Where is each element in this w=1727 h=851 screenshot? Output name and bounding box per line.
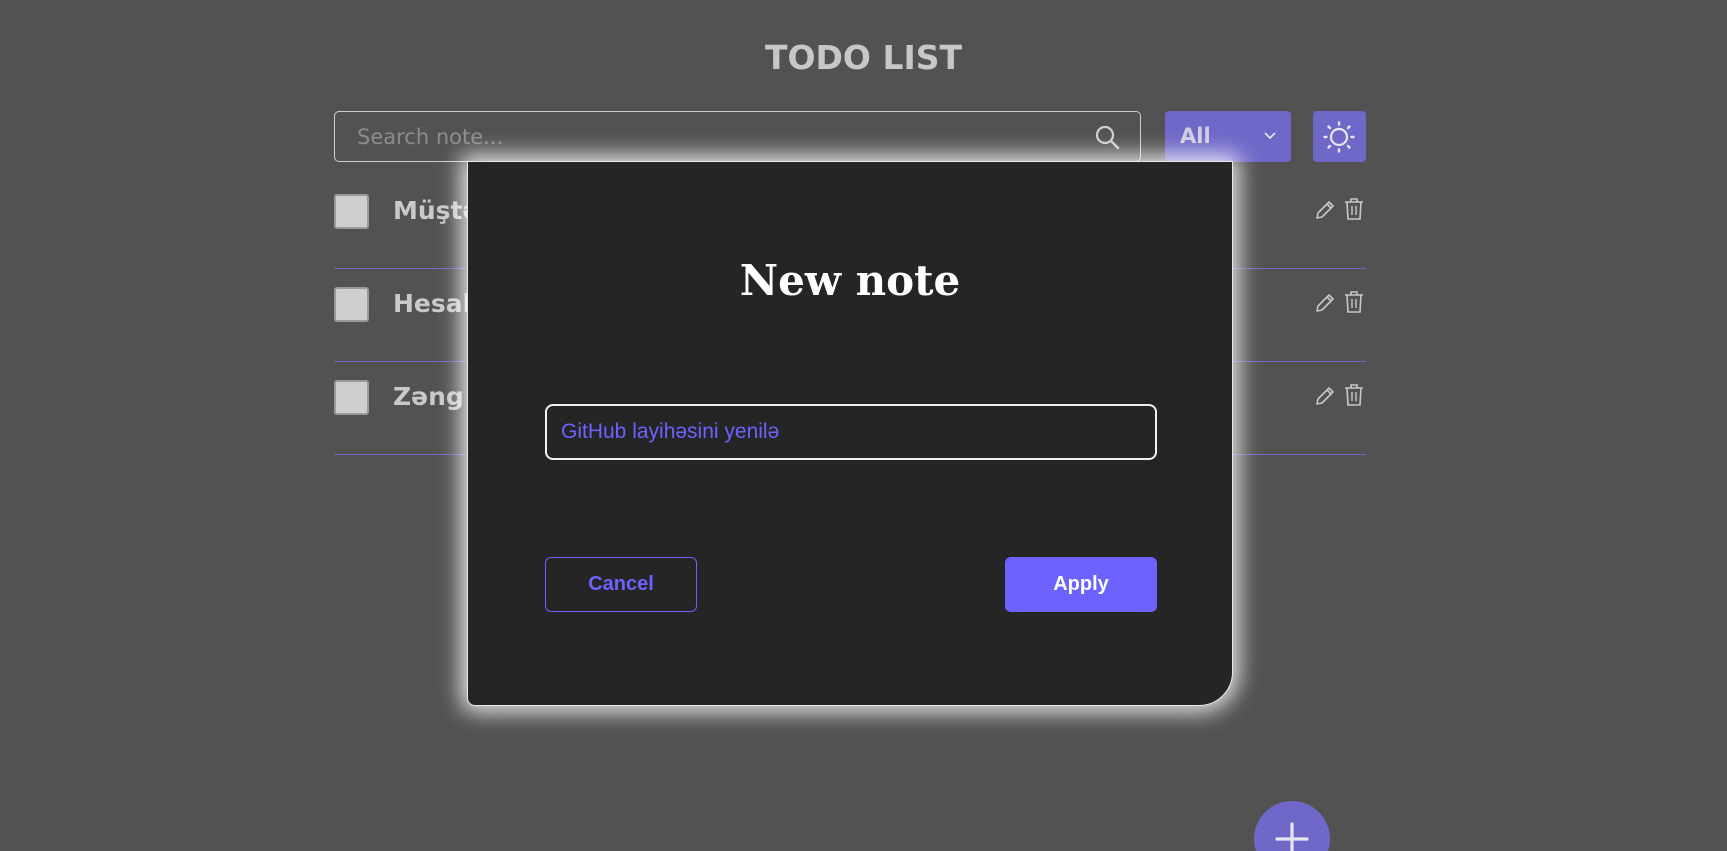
todo-checkbox[interactable]	[334, 380, 369, 415]
sun-icon	[1323, 121, 1355, 153]
pencil-icon[interactable]	[1314, 385, 1336, 407]
add-note-button[interactable]	[1254, 801, 1330, 851]
todo-checkbox[interactable]	[334, 287, 369, 322]
trash-icon[interactable]	[1344, 383, 1364, 407]
apply-button[interactable]: Apply	[1005, 557, 1157, 612]
search-icon[interactable]	[1094, 124, 1120, 150]
new-note-modal: New note Cancel Apply	[467, 161, 1233, 706]
cancel-button[interactable]: Cancel	[545, 557, 697, 612]
search-box[interactable]	[334, 111, 1141, 162]
plus-icon	[1275, 822, 1309, 851]
search-input[interactable]	[335, 112, 1075, 161]
todo-checkbox[interactable]	[334, 194, 369, 229]
chevron-down-icon	[1264, 132, 1276, 140]
trash-icon[interactable]	[1344, 197, 1364, 221]
filter-selected-label: All	[1180, 124, 1211, 148]
app-root: TODO LIST All	[0, 0, 1727, 851]
modal-title: New note	[739, 256, 961, 305]
pencil-icon[interactable]	[1314, 199, 1336, 221]
trash-icon[interactable]	[1344, 290, 1364, 314]
filter-select[interactable]: All	[1165, 111, 1291, 162]
theme-toggle-button[interactable]	[1313, 111, 1366, 162]
note-input[interactable]	[545, 404, 1157, 460]
page-title: TODO LIST	[764, 38, 963, 77]
pencil-icon[interactable]	[1314, 292, 1336, 314]
